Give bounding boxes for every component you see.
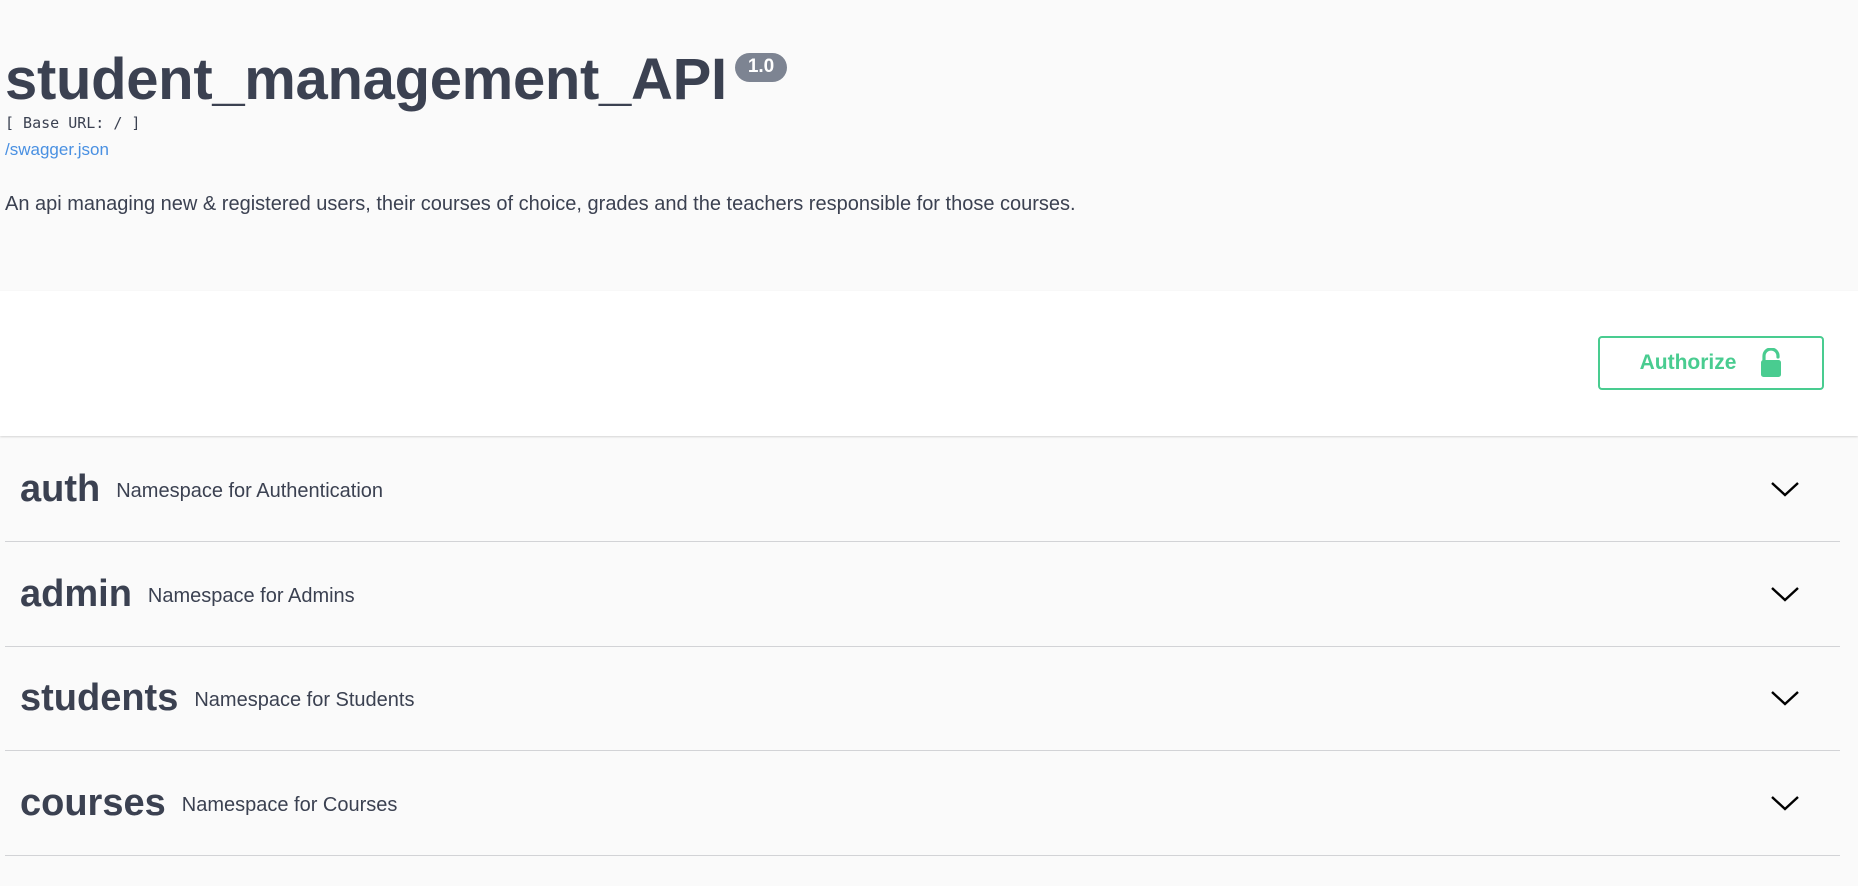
section-name: students (20, 677, 179, 719)
section-courses[interactable]: courses Namespace for Courses (5, 751, 1840, 856)
section-name: courses (20, 782, 166, 824)
api-title: student_management_API (5, 47, 727, 112)
title-row: student_management_API 1.0 (5, 46, 788, 114)
section-description: Namespace for Courses (181, 794, 398, 816)
base-url: [ Base URL: / ] (5, 114, 141, 132)
info-header: student_management_API 1.0 [ Base URL: /… (0, 0, 1858, 291)
section-students[interactable]: students Namespace for Students (5, 646, 1840, 751)
chevron-down-icon[interactable] (1770, 479, 1800, 499)
section-auth[interactable]: auth Namespace for Authentication (5, 437, 1840, 542)
section-name: admin (20, 573, 132, 615)
chevron-down-icon[interactable] (1770, 584, 1800, 604)
chevron-down-icon[interactable] (1770, 688, 1800, 708)
scheme-container: Authorize (0, 291, 1858, 436)
unlocked-padlock-icon (1760, 348, 1782, 378)
section-name: auth (20, 468, 101, 510)
swagger-json-link[interactable]: /swagger.json (5, 139, 109, 161)
section-description: Namespace for Students (194, 689, 415, 711)
section-description: Namespace for Admins (147, 585, 355, 607)
chevron-down-icon[interactable] (1770, 793, 1800, 813)
api-description: An api managing new & registered users, … (5, 193, 1076, 215)
authorize-label: Authorize (1639, 351, 1737, 374)
section-admin[interactable]: admin Namespace for Admins (5, 542, 1840, 647)
section-description: Namespace for Authentication (116, 480, 384, 502)
version-badge: 1.0 (734, 53, 788, 82)
authorize-button[interactable]: Authorize (1598, 336, 1824, 390)
